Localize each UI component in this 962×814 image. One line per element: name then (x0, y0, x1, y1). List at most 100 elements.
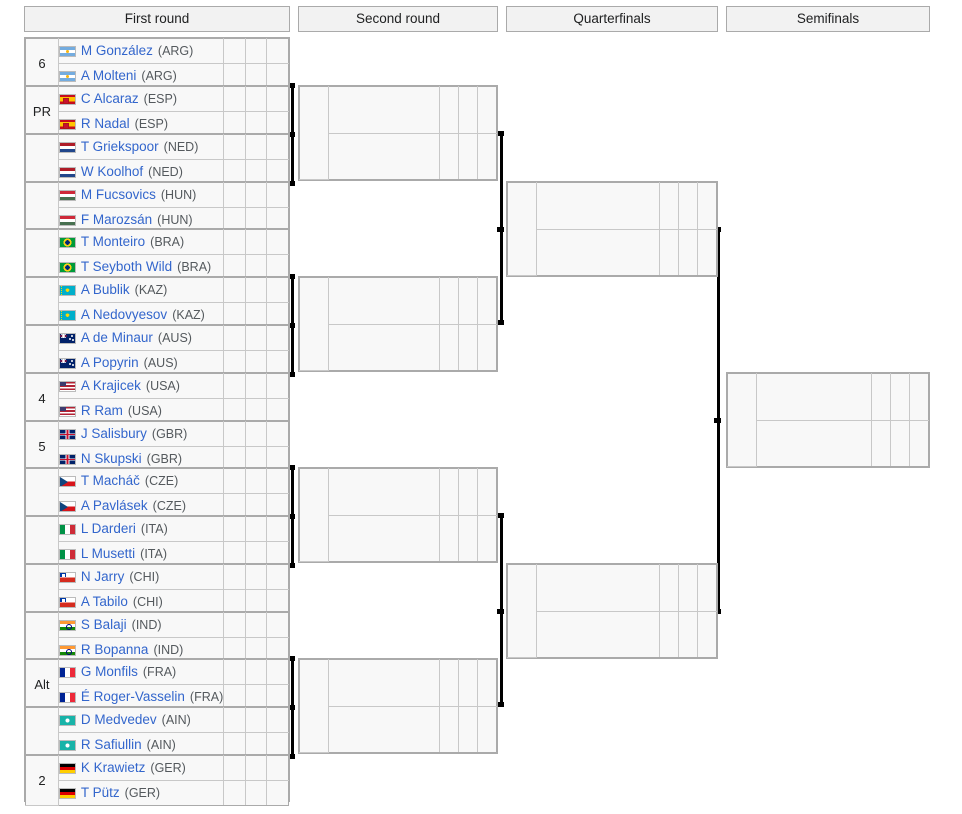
player-cell[interactable]: K Krawietz (GER) (57, 755, 225, 781)
player-cell[interactable]: T Macháč (CZE) (57, 468, 225, 494)
match-box[interactable]: PR C Alcaraz (ESP) R Nadal (ESP) (24, 85, 290, 137)
player-cell[interactable]: M González (ARG) (57, 38, 225, 64)
match-row[interactable] (299, 277, 497, 371)
match-row[interactable] (300, 705, 497, 753)
match-row[interactable]: A de Minaur (AUS) (25, 325, 289, 376)
match-row[interactable]: L Darderi (ITA) (25, 516, 289, 567)
match-row[interactable] (728, 419, 929, 467)
match-row[interactable]: T Pütz (GER) (26, 780, 289, 806)
match-box[interactable] (726, 372, 930, 468)
match-row[interactable] (507, 564, 717, 658)
match-box[interactable]: 2K Krawietz (GER) T Pütz (GER) (24, 754, 290, 806)
player-country[interactable]: (HUN) (161, 184, 196, 207)
match-row[interactable] (300, 132, 497, 180)
player-cell[interactable] (328, 132, 440, 180)
match-row[interactable]: N Jarry (CHI) (25, 564, 289, 615)
match-box[interactable] (298, 276, 498, 372)
player-cell[interactable] (328, 86, 440, 134)
match-row[interactable] (300, 323, 497, 371)
player-country[interactable]: (ITA) (141, 518, 168, 541)
player-country[interactable]: (NED) (164, 136, 199, 159)
match-box[interactable] (298, 85, 498, 181)
match-box[interactable]: A de Minaur (AUS) A Popyrin (AUS) (24, 324, 290, 376)
player-name[interactable]: L Darderi (81, 518, 136, 541)
match-row[interactable]: A Bublik (KAZ) (25, 277, 289, 328)
player-cell[interactable]: D Medvedev (AIN) (57, 707, 225, 733)
player-cell[interactable]: L Darderi (ITA) (57, 516, 225, 542)
match-row[interactable]: D Medvedev (AIN) (25, 707, 289, 758)
match-row[interactable] (727, 373, 929, 467)
match-row[interactable] (299, 659, 497, 753)
player-country[interactable]: (GER) (150, 757, 185, 780)
player-country[interactable]: (IND) (132, 614, 162, 637)
match-box[interactable]: S Balaji (IND) R Bopanna (IND) (24, 611, 290, 663)
match-box[interactable] (506, 563, 718, 659)
player-name[interactable]: G Monfils (81, 661, 138, 684)
player-country[interactable]: (CHI) (129, 566, 159, 589)
player-cell[interactable]: A Bublik (KAZ) (57, 277, 225, 303)
player-name[interactable]: N Jarry (81, 566, 125, 589)
match-box[interactable]: 5J Salisbury (GBR) N Skupski (GBR) (24, 420, 290, 472)
player-cell[interactable] (328, 277, 440, 325)
player-cell[interactable]: A Krajicek (USA) (57, 373, 225, 399)
player-cell[interactable] (328, 705, 440, 753)
player-cell[interactable] (328, 468, 440, 516)
player-cell[interactable] (536, 228, 660, 276)
player-cell[interactable]: T Pütz (GER) (57, 780, 225, 806)
player-cell[interactable]: T Griekspoor (NED) (57, 134, 225, 160)
match-box[interactable]: T Griekspoor (NED) W Koolhof (NED) (24, 133, 290, 185)
match-box[interactable]: D Medvedev (AIN) R Safiullin (AIN) (24, 706, 290, 758)
match-row[interactable]: T Griekspoor (NED) (25, 134, 289, 185)
player-name[interactable]: K Krawietz (81, 757, 146, 780)
match-box[interactable]: A Bublik (KAZ) A Nedovyesov (KAZ) (24, 276, 290, 328)
match-box[interactable]: Alt G Monfils (FRA) É Roger-Vasselin (FRA) (24, 658, 290, 710)
player-name[interactable]: C Alcaraz (81, 88, 139, 111)
player-country[interactable]: (AUS) (158, 327, 192, 350)
match-row[interactable] (300, 514, 497, 562)
match-row[interactable]: T Macháč (CZE) (25, 468, 289, 519)
player-country[interactable]: (FRA) (143, 661, 176, 684)
match-box[interactable] (298, 658, 498, 754)
match-box[interactable]: M Fucsovics (HUN) F Marozsán (HUN) (24, 181, 290, 233)
player-cell[interactable] (756, 373, 872, 421)
match-row[interactable]: S Balaji (IND) (25, 612, 289, 663)
player-country[interactable]: (ESP) (144, 88, 177, 111)
player-cell[interactable] (328, 514, 440, 562)
player-name[interactable]: D Medvedev (81, 709, 157, 732)
player-cell[interactable]: A de Minaur (AUS) (57, 325, 225, 351)
player-name[interactable]: A Krajicek (81, 375, 141, 398)
player-name[interactable]: T Monteiro (81, 231, 145, 254)
match-row[interactable] (299, 468, 497, 562)
player-name[interactable]: A de Minaur (81, 327, 153, 350)
player-country[interactable]: (GER) (125, 782, 160, 805)
match-box[interactable]: N Jarry (CHI) A Tabilo (CHI) (24, 563, 290, 615)
player-country[interactable]: (BRA) (150, 231, 184, 254)
match-row[interactable] (299, 86, 497, 180)
match-row[interactable]: 6M González (ARG) (25, 38, 289, 89)
player-cell[interactable] (536, 182, 660, 230)
match-box[interactable]: T Macháč (CZE) A Pavlásek (CZE) (24, 467, 290, 519)
player-name[interactable]: M Fucsovics (81, 184, 156, 207)
match-row[interactable]: 5J Salisbury (GBR) (25, 421, 289, 472)
player-name[interactable]: S Balaji (81, 614, 127, 637)
match-row[interactable] (508, 610, 717, 658)
match-row[interactable]: M Fucsovics (HUN) (25, 182, 289, 233)
player-name[interactable]: A Bublik (81, 279, 130, 302)
player-country[interactable]: (AIN) (162, 709, 191, 732)
match-row[interactable]: Alt G Monfils (FRA) (25, 659, 289, 710)
player-name[interactable]: T Griekspoor (81, 136, 159, 159)
player-cell[interactable] (536, 610, 660, 658)
player-country[interactable]: (CZE) (145, 470, 178, 493)
match-row[interactable]: 4A Krajicek (USA) (25, 373, 289, 424)
match-row[interactable] (507, 182, 717, 276)
match-box[interactable]: 4A Krajicek (USA) R Ram (USA) (24, 372, 290, 424)
player-cell[interactable] (328, 323, 440, 371)
player-country[interactable]: (KAZ) (135, 279, 168, 302)
player-cell[interactable]: G Monfils (FRA) (57, 659, 225, 685)
match-box[interactable] (298, 467, 498, 563)
player-country[interactable]: (ARG) (158, 40, 193, 63)
match-box[interactable]: T Monteiro (BRA) T Seyboth Wild (BRA) (24, 228, 290, 280)
match-box[interactable] (506, 181, 718, 277)
player-cell[interactable]: T Monteiro (BRA) (57, 229, 225, 255)
player-country[interactable]: (GBR) (152, 423, 187, 446)
